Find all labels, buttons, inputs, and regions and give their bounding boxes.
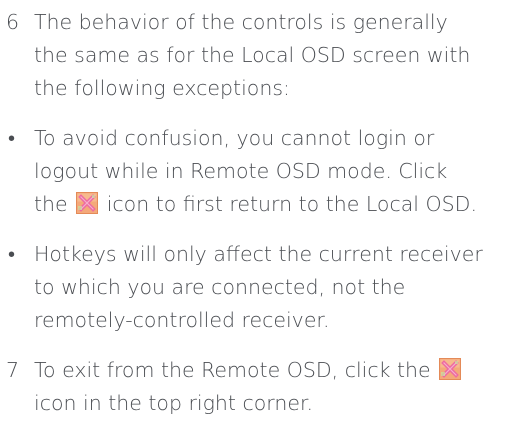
step-number: 6 [6,10,20,34]
step-number: 7 [6,358,20,382]
bullet-2-line-2: to which you are connected, not the [34,275,406,299]
close-x-icon [439,358,462,380]
step-7: 7 To exit from the Remote OSD, click the… [4,354,516,420]
bullet-1-line-1: To avoid confusion, you cannot login or [34,126,435,150]
bullet-marker: • [8,242,16,266]
bullet-1-line-3: the icon to first return to the Local OS… [34,192,477,216]
document-page: 6 The behavior of the controls is genera… [4,6,516,420]
bullet-hotkeys: • Hotkeys will only affect the current r… [4,238,516,337]
bullet-1-line-2: logout while in Remote OSD mode. Click [34,159,448,183]
bullet-marker: • [8,126,16,150]
step-6: 6 The behavior of the controls is genera… [4,6,516,105]
step-6-line-3: the following exceptions: [34,76,290,100]
bullet-login-logout: • To avoid confusion, you cannot login o… [4,122,516,221]
bullet-2-line-1: Hotkeys will only affect the current rec… [34,242,483,266]
step-7-line-1: To exit from the Remote OSD, click the [4,354,516,387]
close-x-icon [76,192,99,214]
bullet-2-line-3: remotely-controlled receiver. [34,308,330,332]
step-7-line-2: icon in the top right corner. [34,391,314,415]
step-6-line-2: the same as for the Local OSD screen wit… [34,43,471,67]
step-6-line-1: The behavior of the controls is generall… [34,10,448,34]
